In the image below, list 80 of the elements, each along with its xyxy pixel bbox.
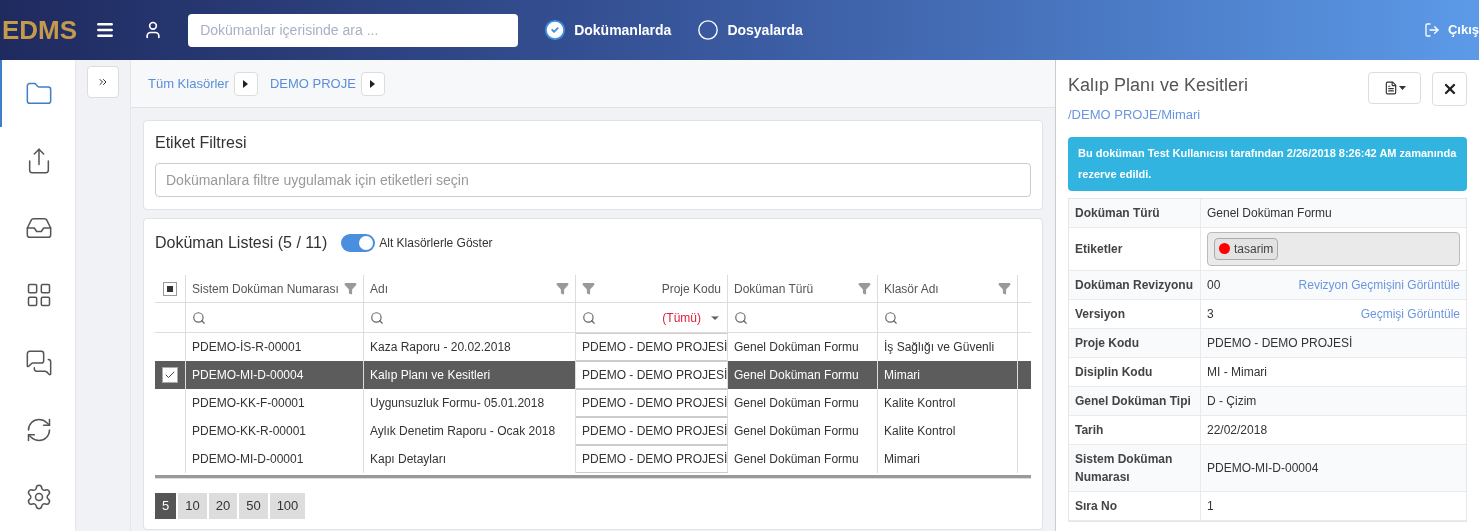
double-chevron-icon (97, 76, 109, 88)
column-header[interactable]: Klasör Adı (878, 275, 1018, 302)
field-label: Versiyon (1069, 299, 1201, 328)
radio-icon[interactable] (697, 19, 720, 41)
breadcrumb-caret-button[interactable] (360, 71, 385, 96)
page-size-button[interactable]: 50 (239, 493, 268, 519)
table-cell: Mimari (878, 445, 1018, 473)
page-size-button[interactable]: 10 (178, 493, 207, 519)
field-label: Genel Doküman Tipi (1069, 386, 1201, 415)
field-value: 3 (1207, 305, 1214, 323)
table-cell: PDEMO - DEMO PROJESİ (576, 361, 728, 389)
field-value: MI - Mimari (1207, 363, 1267, 381)
filter-icon[interactable] (858, 282, 871, 295)
page-size-button[interactable]: 20 (208, 493, 238, 519)
field-value: 22/02/2018 (1207, 421, 1268, 439)
row-checkbox[interactable] (162, 367, 178, 383)
column-header[interactable]: Sistem Doküman Numarası (186, 275, 364, 302)
filter-icon[interactable] (344, 282, 357, 295)
field-label: Doküman Türü (1069, 198, 1201, 227)
field-value: PDEMO - DEMO PROJESİ (1207, 334, 1353, 352)
filter-icon[interactable] (998, 282, 1011, 295)
scope-label[interactable]: Dosyalarda (727, 19, 803, 41)
search-icon[interactable] (582, 310, 596, 325)
search-field[interactable]: Dokümanlar içerisinde ara ... (188, 13, 519, 47)
field-label: Doküman Revizyonu (1069, 270, 1201, 299)
breadcrumb-caret-button[interactable] (233, 71, 258, 96)
table-row[interactable]: PDEMO-MI-D-00004 Kalıp Planı ve Kesitleri PDEMO - DEMO PROJESİ Genel Doküman Formu Mimari (155, 361, 1031, 389)
card-title: Etiket Filtresi (155, 133, 248, 153)
field-value: 1 (1207, 497, 1214, 515)
column-header[interactable]: Adı (364, 275, 576, 302)
field-label: Disiplin Kodu (1069, 357, 1201, 386)
logo: EDMS (2, 14, 78, 47)
radio-checked-icon[interactable] (544, 19, 567, 41)
tag-filter-field[interactable]: Dokümanlara filtre uygulamak için etiketleri seçin (155, 163, 1031, 197)
table-cell: PDEMO-MI-D-00001 (186, 445, 364, 473)
search-icon[interactable] (734, 310, 748, 325)
card-title: Doküman Listesi (5 / 11) (155, 233, 328, 253)
select-all-checkbox[interactable] (163, 281, 177, 296)
field-value: PDEMO-MI-D-00004 (1207, 459, 1319, 477)
field-value: Genel Doküman Formu (1207, 204, 1332, 222)
toggle-label: Alt Klasörlerle Göster (379, 235, 493, 252)
close-button[interactable] (1432, 72, 1467, 106)
search-icon[interactable] (192, 310, 206, 325)
menu-icon[interactable] (95, 20, 116, 40)
check-icon (164, 369, 176, 381)
search-icon[interactable] (884, 310, 898, 325)
logout-icon[interactable] (1423, 22, 1440, 38)
table-cell: PDEMO - DEMO PROJESİ (576, 389, 728, 417)
field-value: 00 (1207, 276, 1221, 294)
tags-field[interactable]: tasarim (1207, 231, 1460, 266)
file-icon (1383, 81, 1398, 95)
caret-icon (243, 79, 249, 88)
tag-label: tasarim (1234, 240, 1274, 258)
scope-label[interactable]: Dokümanlarda (574, 19, 672, 41)
toggle-switch[interactable] (341, 234, 376, 252)
column-header[interactable]: Doküman Türü (728, 275, 878, 302)
document-title: Kalıp Planı ve Kesitleri (1068, 74, 1250, 97)
reservation-alert: Bu doküman Test Kullanıcısı tarafından 2/26/2018 8:26:42 AM zamanında rezerve edildi. (1068, 136, 1467, 191)
filter-icon[interactable] (582, 282, 595, 295)
filter-icon[interactable] (556, 282, 569, 295)
chat-icon (24, 348, 53, 377)
field-label: Sıra No (1069, 491, 1201, 520)
tag-chip[interactable]: tasarim (1214, 237, 1279, 260)
page-size-button[interactable]: 5 (155, 493, 177, 519)
search-icon[interactable] (370, 310, 384, 325)
table-cell: PDEMO - DEMO PROJESİ (576, 445, 728, 473)
field-label: Etiketler (1069, 227, 1201, 270)
document-menu-button[interactable] (1368, 72, 1421, 104)
field-label: Sistem Doküman Numarası (1069, 444, 1201, 491)
field-label: Proje Kodu (1069, 328, 1201, 357)
field-value: D - Çizim (1207, 392, 1257, 410)
page-size-button[interactable]: 100 (269, 493, 306, 519)
field-label: Tarih (1069, 415, 1201, 444)
caret-icon (1398, 86, 1406, 90)
table-cell: PDEMO - DEMO PROJESİ (576, 333, 728, 361)
column-header[interactable]: Proje Kodu (576, 275, 728, 302)
table-cell: Genel Doküman Formu (728, 445, 878, 473)
project-filter-dropdown[interactable]: (Tümü) (662, 308, 721, 327)
table-cell: PDEMO - DEMO PROJESİ (576, 417, 728, 445)
caret-icon (370, 79, 376, 88)
